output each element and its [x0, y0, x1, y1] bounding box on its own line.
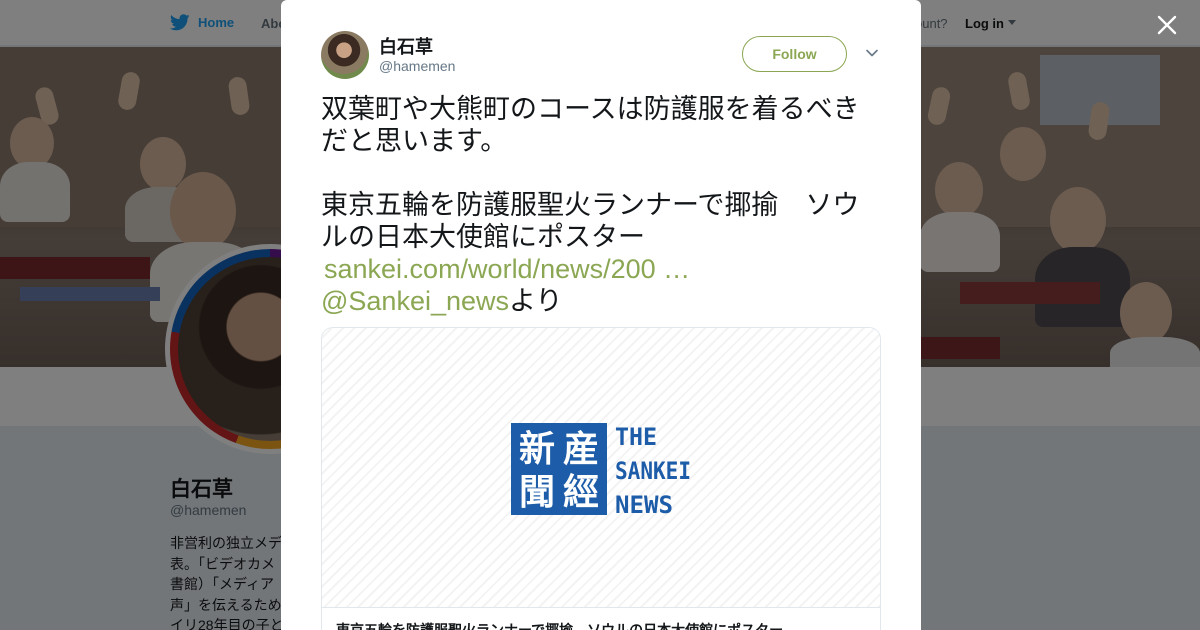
tweet-line: ルの日本大使館にポスター [321, 222, 645, 252]
author-name[interactable]: 白石草 [379, 33, 433, 59]
logo-word: SANKEI [615, 457, 691, 485]
logo-word: NEWS [615, 491, 673, 517]
tweet-line: 東京五輪を防護服聖火ランナーで揶揄 ソウ [321, 190, 860, 220]
card-image: 産 經 新 聞 THE SANKEI NEWS [322, 328, 880, 608]
logo-kanji: 聞 [519, 472, 555, 513]
tweet-modal: 白石草 @hamemen Follow 双葉町や大熊町のコースは防護服を着るべき… [281, 0, 921, 630]
tweet-line: だと思います。 [321, 126, 508, 156]
card-title[interactable]: 東京五輪を防護服聖火ランナーで揶揄 ソウルの日本大使館にポスター [336, 620, 783, 630]
logo-kanji: 新 [519, 429, 555, 470]
tweet-text: 双葉町や大熊町のコースは防護服を着るべき だと思います。 東京五輪を防護服聖火ラ… [321, 93, 881, 317]
author-avatar[interactable] [321, 31, 369, 79]
mention-suffix: より [509, 286, 563, 316]
logo-word: THE [615, 423, 657, 451]
chevron-down-icon[interactable] [865, 48, 879, 58]
logo-kanji: 産 [563, 429, 599, 470]
logo-kanji: 經 [563, 472, 599, 513]
sankei-news-logo: 産 經 新 聞 THE SANKEI NEWS [511, 423, 691, 517]
link-preview-card[interactable]: 産 經 新 聞 THE SANKEI NEWS 東京五輪を防護服聖火ランナーで揶… [321, 327, 881, 630]
mention-link[interactable]: @Sankei_news [321, 286, 509, 316]
tweet-line: 双葉町や大熊町のコースは防護服を着るべき [321, 94, 860, 124]
tweet-url-link[interactable]: sankei.com/world/news/200 … [324, 254, 690, 284]
author-handle[interactable]: @hamemen [379, 58, 455, 74]
follow-button[interactable]: Follow [742, 36, 847, 72]
close-icon[interactable] [1154, 12, 1180, 38]
